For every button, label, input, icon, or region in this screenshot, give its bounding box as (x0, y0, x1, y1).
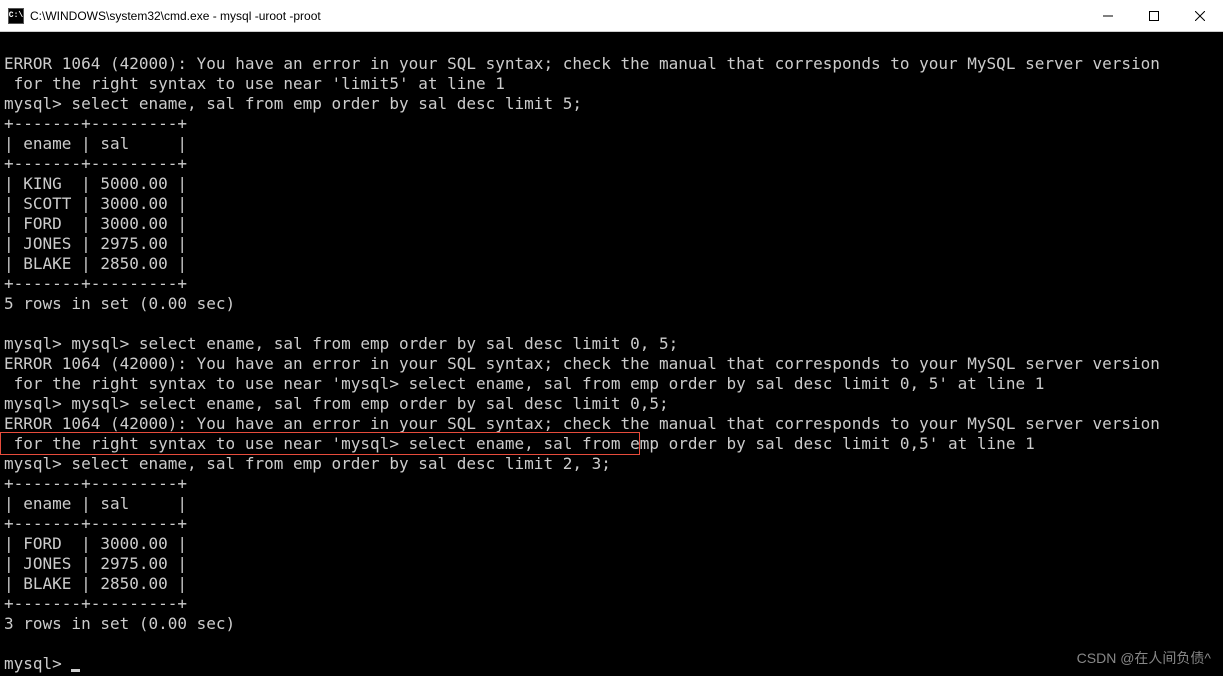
error-line: ERROR 1064 (42000): You have an error in… (4, 54, 1160, 73)
table-header: | ename | sal | (4, 494, 187, 513)
window-title: C:\WINDOWS\system32\cmd.exe - mysql -uro… (30, 9, 321, 23)
error-line: ERROR 1064 (42000): You have an error in… (4, 414, 1160, 433)
table-border: +-------+---------+ (4, 474, 187, 493)
table-border: +-------+---------+ (4, 274, 187, 293)
table-row: | BLAKE | 2850.00 | (4, 254, 187, 273)
prompt-line: mysql> mysql> select ename, sal from emp… (4, 394, 669, 413)
error-line: for the right syntax to use near 'mysql>… (4, 434, 1035, 453)
prompt-line: mysql> select ename, sal from emp order … (4, 454, 611, 473)
table-row: | BLAKE | 2850.00 | (4, 574, 187, 593)
result-line: 5 rows in set (0.00 sec) (4, 294, 235, 313)
table-row: | KING | 5000.00 | (4, 174, 187, 193)
prompt-line: mysql> select ename, sal from emp order … (4, 94, 582, 113)
watermark-text: CSDN @在人间负债^ (1077, 648, 1211, 668)
table-row: | JONES | 2975.00 | (4, 554, 187, 573)
titlebar-left: C:\ C:\WINDOWS\system32\cmd.exe - mysql … (8, 8, 321, 24)
table-row: | FORD | 3000.00 | (4, 214, 187, 233)
error-line: for the right syntax to use near 'limit5… (4, 74, 505, 93)
table-row: | FORD | 3000.00 | (4, 534, 187, 553)
cursor (71, 669, 80, 672)
table-border: +-------+---------+ (4, 114, 187, 133)
window-titlebar: C:\ C:\WINDOWS\system32\cmd.exe - mysql … (0, 0, 1223, 32)
prompt-line: mysql> mysql> select ename, sal from emp… (4, 334, 678, 353)
table-header: | ename | sal | (4, 134, 187, 153)
error-line: for the right syntax to use near 'mysql>… (4, 374, 1044, 393)
cmd-icon: C:\ (8, 8, 24, 24)
result-line: 3 rows in set (0.00 sec) (4, 614, 235, 633)
table-border: +-------+---------+ (4, 154, 187, 173)
titlebar-controls (1085, 0, 1223, 31)
table-border: +-------+---------+ (4, 594, 187, 613)
minimize-button[interactable] (1085, 0, 1131, 31)
table-border: +-------+---------+ (4, 514, 187, 533)
table-row: | SCOTT | 3000.00 | (4, 194, 187, 213)
maximize-button[interactable] (1131, 0, 1177, 31)
prompt-line: mysql> (4, 654, 71, 673)
error-line: ERROR 1064 (42000): You have an error in… (4, 354, 1160, 373)
close-button[interactable] (1177, 0, 1223, 31)
terminal-area[interactable]: ERROR 1064 (42000): You have an error in… (0, 32, 1223, 676)
table-row: | JONES | 2975.00 | (4, 234, 187, 253)
